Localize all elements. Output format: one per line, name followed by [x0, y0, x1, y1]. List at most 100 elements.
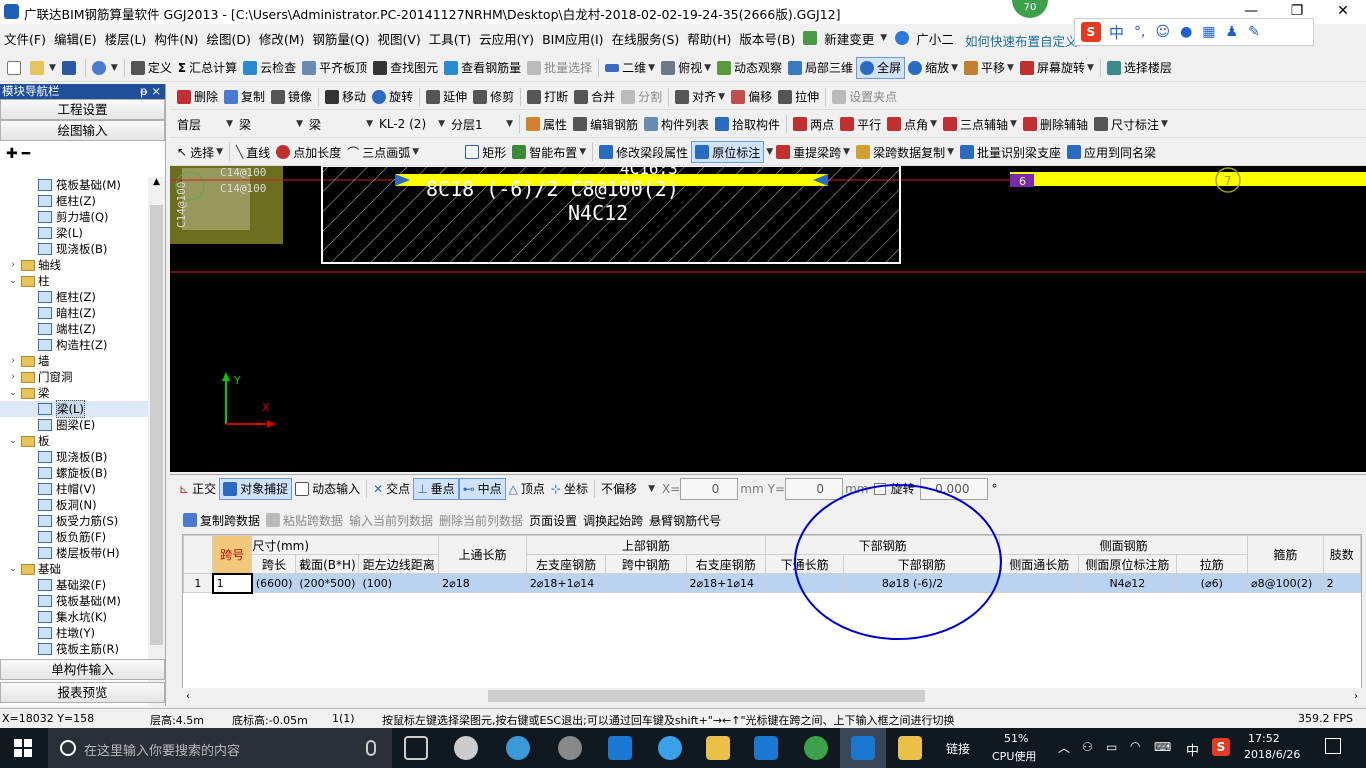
- copy-span-data-button[interactable]: 复制跨数据: [180, 509, 263, 531]
- cantilever-code-button[interactable]: 悬臂钢筋代号: [646, 509, 724, 531]
- ime-skin-icon[interactable]: ♟: [1226, 24, 1239, 40]
- help-link[interactable]: 如何快速布置自定义: [965, 31, 1078, 50]
- midpoint-snap[interactable]: ⊷ 中点: [458, 477, 506, 500]
- file-explorer-icon[interactable]: [706, 736, 730, 760]
- tree-item[interactable]: 柱帽(V): [0, 481, 148, 497]
- calc-button[interactable]: Σ 汇总计算: [175, 57, 240, 79]
- select-floor-button[interactable]: 选择楼层: [1104, 57, 1175, 79]
- tree-item[interactable]: 筏板主筋(R): [0, 641, 148, 657]
- tree-folder[interactable]: › 门窗洞: [0, 369, 148, 385]
- tray-monitor-icon[interactable]: ▭: [1106, 740, 1117, 754]
- tree-folder[interactable]: ⌄ 梁: [0, 385, 148, 401]
- header-left-support[interactable]: 左支座钢筋: [525, 554, 607, 574]
- browser-360-icon[interactable]: [804, 736, 828, 760]
- header-side-in-situ[interactable]: 侧面原位标注筋: [1078, 554, 1177, 574]
- apply-same-name-button[interactable]: 应用到同名梁: [1064, 141, 1159, 163]
- tray-sogou-icon[interactable]: S: [1212, 738, 1230, 756]
- offset-mode-select[interactable]: 不偏移 ▼: [598, 478, 658, 500]
- collapse-icon[interactable]: ⌄: [8, 385, 18, 401]
- header-legs[interactable]: 肢数: [1322, 535, 1361, 574]
- ortho-toggle[interactable]: ⊾ 正交: [176, 478, 219, 500]
- rectangle-button[interactable]: 矩形: [462, 141, 509, 163]
- tree-item[interactable]: 板负筋(F): [0, 529, 148, 545]
- action-center-icon[interactable]: [1325, 738, 1341, 754]
- copy-button[interactable]: 复制: [221, 86, 268, 108]
- new-file-button[interactable]: [4, 57, 27, 79]
- scroll-left-icon[interactable]: ‹: [186, 691, 190, 702]
- ie-alt-icon[interactable]: [658, 736, 682, 760]
- undo-button[interactable]: ▼: [89, 57, 121, 79]
- taskbar-search[interactable]: 在这里输入你要搜索的内容: [48, 728, 392, 768]
- expand-icon[interactable]: ›: [8, 257, 18, 273]
- tree-item[interactable]: 基础梁(F): [0, 577, 148, 593]
- collapse-icon[interactable]: ⌄: [8, 433, 18, 449]
- nav-pin-close[interactable]: ᵽ ×: [140, 84, 161, 99]
- view-rebar-qty-button[interactable]: 查看钢筋量: [441, 57, 524, 79]
- in-situ-annotation-button[interactable]: 原位标注: [691, 141, 765, 163]
- object-snap-toggle[interactable]: 对象捕捉: [219, 477, 293, 500]
- fullscreen-button[interactable]: 全屏: [856, 56, 906, 79]
- input-column-data-button[interactable]: 输入当前列数据: [346, 509, 436, 531]
- x-input[interactable]: 0: [680, 477, 739, 500]
- line-button[interactable]: ╲ 直线: [233, 141, 273, 163]
- reextract-span-button[interactable]: 重提梁跨 ▼: [773, 141, 853, 163]
- start-button[interactable]: [14, 739, 32, 757]
- drawing-canvas[interactable]: C14@100 C14@100 C14@100 8C18 (-6)/2 C8@1…: [170, 166, 1366, 472]
- screen-rotate-button[interactable]: 屏幕旋转 ▼: [1017, 57, 1097, 79]
- header-span-no[interactable]: 跨号: [212, 535, 253, 574]
- batch-identify-supports-button[interactable]: 批量识别梁支座: [957, 141, 1064, 163]
- header-side-through[interactable]: 侧面通长筋: [999, 554, 1080, 574]
- cell-left-support[interactable]: 2⌀18+1⌀14: [525, 573, 607, 593]
- menu-online[interactable]: 在线服务(S): [608, 29, 684, 48]
- cell-legs[interactable]: 2: [1322, 573, 1361, 593]
- properties-button[interactable]: 属性: [523, 113, 570, 135]
- cell-right-support[interactable]: 2⌀18+1⌀14: [685, 573, 767, 593]
- cell-span-length[interactable]: (6600): [251, 573, 297, 593]
- menu-rebar-qty[interactable]: 钢筋量(Q): [308, 29, 373, 48]
- floor-combo[interactable]: 首层 ▼: [174, 113, 236, 135]
- local-3d-button[interactable]: 局部三维: [785, 57, 856, 79]
- active-app-slot[interactable]: [840, 728, 886, 768]
- zoom-button[interactable]: 缩放 ▼: [905, 57, 961, 79]
- ime-tools-icon[interactable]: ✎: [1248, 24, 1260, 40]
- task-view-icon[interactable]: [404, 736, 428, 760]
- category-combo[interactable]: 梁 ▼: [236, 113, 306, 135]
- collapse-icon[interactable]: ⌄: [8, 273, 18, 289]
- smart-layout-button[interactable]: 智能布置 ▼: [509, 141, 589, 163]
- grid-scroll-thumb[interactable]: [488, 690, 925, 702]
- ime-punct-icon[interactable]: °,: [1134, 24, 1145, 40]
- pan-button[interactable]: 平移 ▼: [961, 57, 1017, 79]
- tray-ime[interactable]: 中: [1186, 740, 1199, 759]
- cell-side-through[interactable]: [999, 573, 1080, 593]
- move-button[interactable]: 移动: [322, 86, 369, 108]
- batch-select-button[interactable]: 批量选择: [524, 57, 595, 79]
- split-button[interactable]: 分割: [618, 86, 665, 108]
- pick-component-button[interactable]: 拾取构件: [712, 113, 783, 135]
- tray-date[interactable]: 2018/6/26: [1244, 748, 1300, 761]
- edge-icon[interactable]: [608, 736, 632, 760]
- view-2d-button[interactable]: 二维 ▼: [602, 57, 658, 79]
- edit-rebar-button[interactable]: 编辑钢筋: [570, 113, 641, 135]
- tree-folder[interactable]: ⌄ 柱: [0, 273, 148, 289]
- table-row[interactable]: 1 1 (6600) (200*500) (100) 2⌀18 2⌀18+1⌀1…: [183, 572, 1361, 594]
- glodon-app-icon[interactable]: [754, 736, 778, 760]
- type-combo[interactable]: 梁 ▼: [306, 113, 376, 135]
- nav-scroll-thumb[interactable]: [150, 205, 163, 645]
- tree-folder[interactable]: ⌄ 板: [0, 433, 148, 449]
- swap-start-span-button[interactable]: 调换起始跨: [580, 509, 646, 531]
- align-button[interactable]: 对齐 ▼: [672, 86, 728, 108]
- menu-floor[interactable]: 楼层(L): [101, 29, 151, 48]
- tree-item[interactable]: 剪力墙(Q): [0, 209, 148, 225]
- coordinate-snap[interactable]: ⊹ 坐标: [548, 478, 591, 500]
- tree-item[interactable]: 框柱(Z): [0, 289, 148, 305]
- cell-side-in-situ[interactable]: N4⌀12: [1078, 573, 1177, 593]
- paste-span-data-button[interactable]: 粘贴跨数据: [263, 509, 346, 531]
- notes-app-icon[interactable]: [898, 736, 922, 760]
- define-button[interactable]: 定义: [128, 57, 175, 79]
- tree-item[interactable]: 端柱(Z): [0, 321, 148, 337]
- ime-keyboard-icon[interactable]: ▦: [1202, 24, 1215, 40]
- collapse-icon[interactable]: ⌄: [8, 561, 18, 577]
- close-button[interactable]: ✕: [1320, 0, 1366, 24]
- ime-s-icon[interactable]: S: [1081, 22, 1101, 42]
- tree-item[interactable]: 板洞(N): [0, 497, 148, 513]
